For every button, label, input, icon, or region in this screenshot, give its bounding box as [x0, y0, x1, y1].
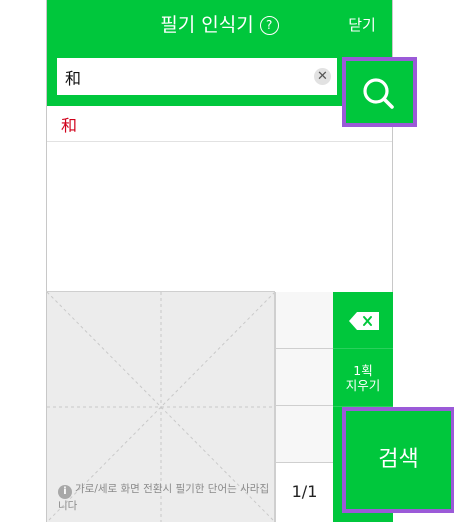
help-icon[interactable]: ?: [259, 16, 279, 35]
result-char[interactable]: 和: [61, 112, 77, 136]
title-text: 필기 인식기: [160, 14, 254, 36]
candidate-slot[interactable]: [275, 349, 333, 406]
close-button[interactable]: 닫기: [338, 0, 386, 50]
clear-input-icon[interactable]: ✕: [314, 68, 331, 85]
result-row[interactable]: [47, 106, 392, 142]
info-icon: i: [58, 485, 72, 499]
backspace-button[interactable]: [333, 292, 393, 349]
candidate-slot[interactable]: [275, 406, 333, 463]
search-submit-button[interactable]: 검색: [346, 411, 451, 509]
notice-text: 가로/세로 화면 전환시 필기한 단어는 사라집니다: [58, 483, 270, 512]
undo-stroke-button[interactable]: 1획 지우기: [333, 350, 393, 407]
search-input[interactable]: [57, 58, 337, 95]
candidate-column: 1/1: [275, 292, 333, 522]
undo-stroke-line1: 1획: [353, 363, 373, 378]
rotation-notice: i 가로/세로 화면 전환시 필기한 단어는 사라집니다: [58, 482, 272, 513]
undo-stroke-line2: 지우기: [345, 378, 381, 393]
candidate-pager[interactable]: 1/1: [275, 463, 333, 522]
backspace-icon: [349, 312, 379, 330]
candidate-slot[interactable]: [275, 292, 333, 349]
